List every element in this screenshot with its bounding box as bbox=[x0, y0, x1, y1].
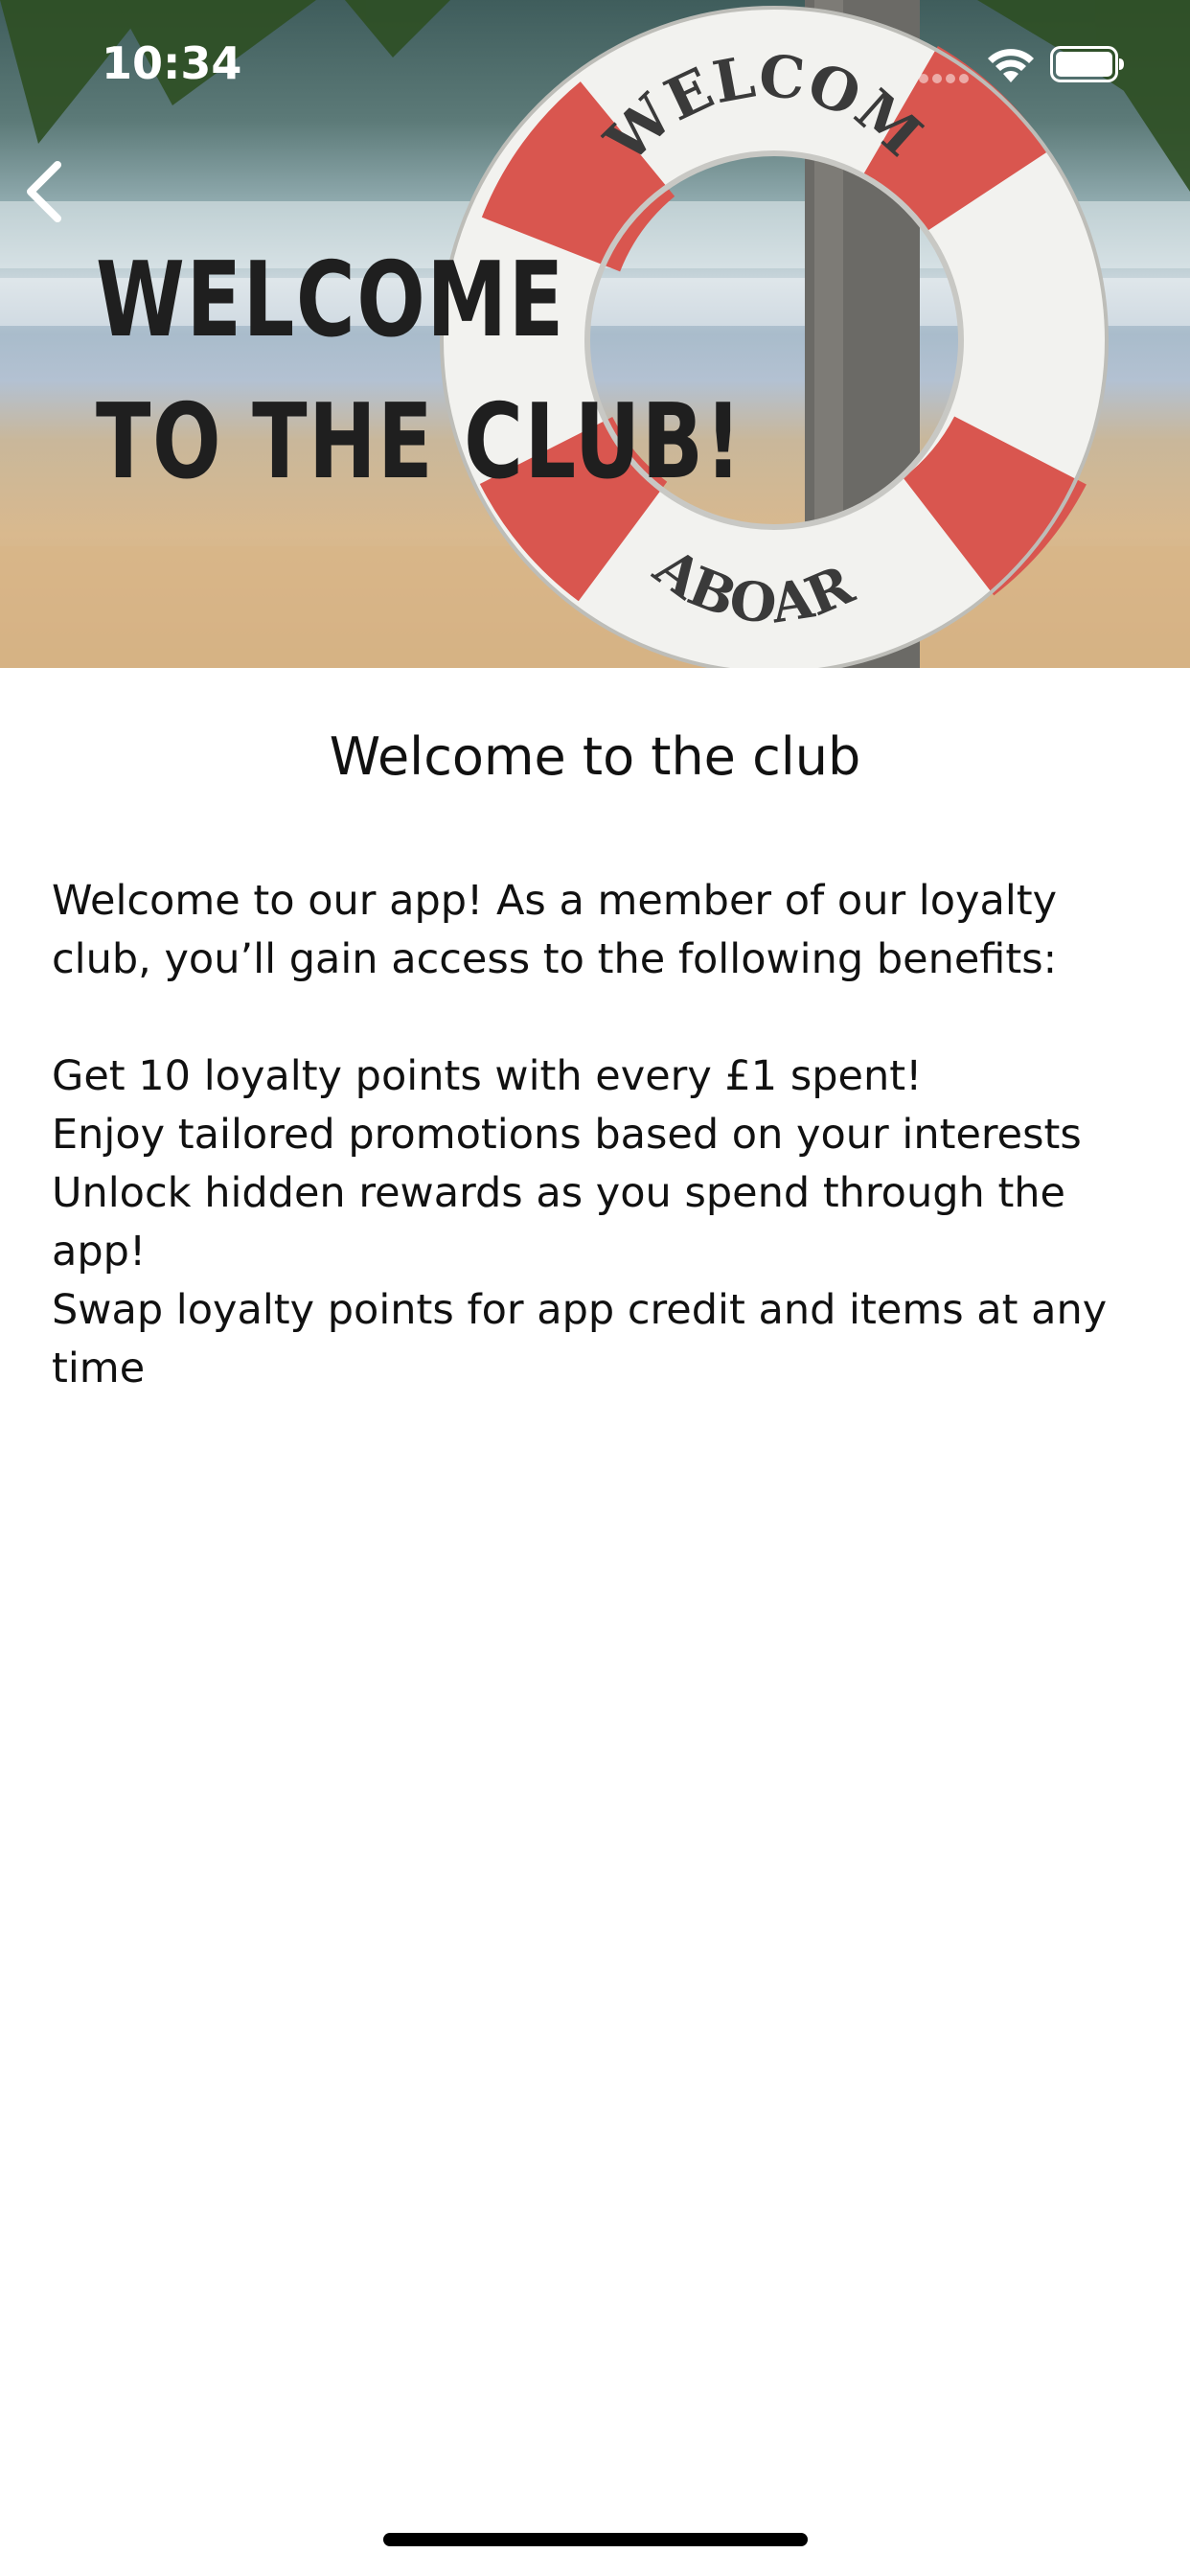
page-title: Welcome to the club bbox=[329, 726, 861, 787]
wifi-icon bbox=[988, 49, 1034, 82]
hero-headline-line2: TO THE CLUB! bbox=[96, 382, 744, 502]
intro-text: Welcome to our app! As a member of our l… bbox=[52, 877, 1058, 983]
benefit-item: Unlock hidden rewards as you spend throu… bbox=[52, 1169, 1066, 1276]
chevron-left-icon bbox=[27, 161, 61, 222]
status-time: 10:34 bbox=[102, 37, 242, 89]
back-button[interactable] bbox=[13, 153, 80, 230]
hero-headline: WELCOME TO THE CLUB! bbox=[96, 230, 743, 514]
hero-headline-line1: WELCOME bbox=[96, 241, 565, 360]
status-bar: 10:34 bbox=[0, 0, 1190, 125]
benefit-item: Swap loyalty points for app credit and i… bbox=[52, 1286, 1108, 1392]
battery-icon bbox=[1050, 46, 1124, 82]
home-indicator[interactable] bbox=[383, 2533, 808, 2546]
signal-icon bbox=[919, 74, 969, 83]
body-text: Welcome to our app! As a member of our l… bbox=[52, 872, 1144, 1398]
benefit-item: Enjoy tailored promotions based on your … bbox=[52, 1111, 1082, 1159]
screen: WELCOME ABOARD WELCOME TO THE CLUB! 10:3… bbox=[0, 0, 1190, 2576]
benefit-item: Get 10 loyalty points with every £1 spen… bbox=[52, 1052, 923, 1100]
